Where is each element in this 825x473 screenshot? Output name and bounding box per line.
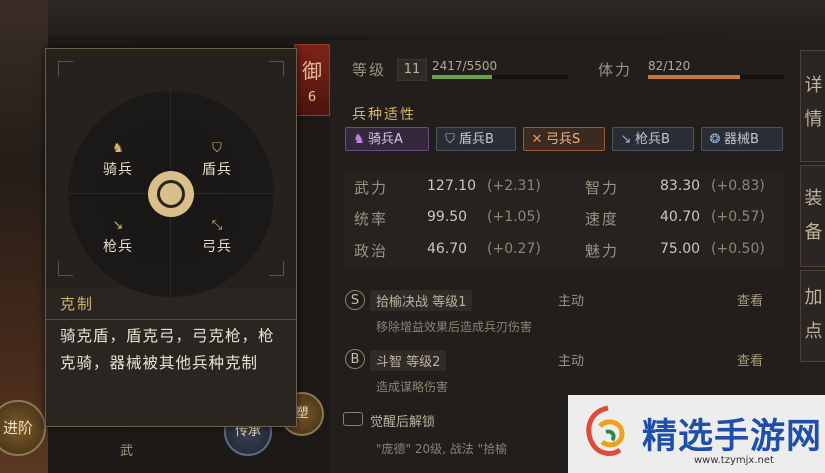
watermark-logo-icon (578, 402, 634, 464)
tab-points-char1: 加 (804, 287, 823, 308)
skill-description: 移除增益效果后造成兵刃伤害 (376, 320, 533, 334)
skill-name: 斗智 等级2 (370, 350, 447, 371)
skill-view-button[interactable]: 查看 (737, 290, 763, 309)
unit-bow: 弓兵 (202, 239, 232, 255)
aptitude-tag-label: 弓兵S (546, 132, 581, 147)
unit-shield: 盾兵 (202, 162, 232, 178)
skill-type: 主动 (558, 354, 585, 369)
corner-ornament (269, 261, 284, 276)
stat-bonus-intellect: (+0.83) (711, 178, 765, 194)
stat-label-force: 武力 (354, 179, 389, 197)
bottom-mid-label: 武 (120, 444, 134, 459)
skill-grade-s: S (345, 290, 365, 310)
level-value: 11 (397, 59, 427, 81)
corner-ornament (58, 61, 73, 76)
stat-label-command: 统率 (354, 210, 389, 228)
tab-equipment[interactable]: 装 备 (800, 165, 825, 267)
counter-description: 骑克盾，盾克弓，弓克枪，枪克骑，器械被其他兵种克制 (60, 327, 275, 372)
level-label: 等级 (352, 61, 387, 79)
aptitude-title: 兵种适性 (352, 107, 416, 123)
stat-bonus-command: (+1.05) (487, 209, 541, 225)
unit-cavalry: 骑兵 (103, 162, 133, 178)
watermark-text: 精选手游网 (642, 417, 823, 457)
machine-icon: ❂ (709, 132, 721, 147)
lock-icon (343, 412, 363, 426)
stat-value-politics: 46.70 (427, 241, 468, 257)
shape-button-label: 塑 (295, 406, 309, 421)
stat-bonus-politics: (+0.27) (487, 241, 541, 257)
badge-char: 御 (302, 59, 322, 83)
stat-value-charm: 75.00 (660, 241, 701, 257)
skill-view-button[interactable]: 查看 (737, 350, 763, 369)
spear-icon: ↘ (112, 218, 124, 233)
skill-name: 拾榆决战 等级1 (370, 290, 473, 311)
aptitude-tag-machine[interactable]: ❂ 器械B (701, 127, 783, 151)
shield-icon: ⛉ (445, 132, 455, 147)
stat-bonus-force: (+2.31) (487, 178, 541, 194)
watermark-url: www.tzymjx.net (694, 455, 774, 466)
aptitude-tag-label: 器械B (724, 132, 759, 147)
skill-grade-b: B (345, 349, 365, 369)
unit-spear: 枪兵 (103, 239, 133, 255)
stat-label-intellect: 智力 (585, 179, 620, 197)
stat-label-politics: 政治 (354, 242, 389, 260)
aptitude-tag-label: 骑兵A (368, 132, 403, 147)
stamina-bar (648, 75, 784, 79)
tab-details[interactable]: 详 情 (800, 50, 825, 162)
tab-points-char2: 点 (804, 321, 823, 342)
tab-points[interactable]: 加 点 (800, 270, 825, 362)
tab-equipment-char2: 备 (804, 222, 823, 243)
horse-icon: ♞ (112, 141, 124, 156)
stat-label-speed: 速度 (585, 210, 620, 228)
exp-bar (432, 75, 568, 79)
shield-icon: ⛉ (212, 141, 222, 156)
aptitude-tag-label: 枪兵B (635, 132, 670, 147)
stat-value-speed: 40.70 (660, 209, 701, 225)
aptitude-tag-spear[interactable]: ↘ 枪兵B (612, 127, 694, 151)
stat-label-charm: 魅力 (585, 242, 620, 260)
counter-wheel: ♞ 骑兵 ⛉ 盾兵 ↘ 枪兵 ⤡ 弓兵 (68, 91, 274, 297)
tab-details-char2: 情 (804, 109, 823, 130)
cycle-icon (148, 171, 194, 217)
bow-icon: ✕ (531, 132, 543, 147)
stat-value-force: 127.10 (427, 178, 476, 194)
stat-value-intellect: 83.30 (660, 178, 701, 194)
top-bar-background (0, 0, 825, 36)
tab-details-char1: 详 (804, 75, 823, 96)
bow-icon: ⤡ (211, 218, 223, 233)
horse-icon: ♞ (353, 132, 365, 147)
stat-bonus-charm: (+0.50) (711, 241, 765, 257)
awaken-title: 觉醒后解锁 (370, 415, 436, 430)
skill-type: 主动 (558, 294, 585, 309)
stamina-bar-fill (648, 75, 741, 79)
stat-bonus-speed: (+0.57) (711, 209, 765, 225)
spear-icon: ↘ (620, 132, 632, 147)
aptitude-tag-label: 盾兵B (459, 132, 494, 147)
stamina-text: 82/120 (648, 59, 691, 73)
exp-text: 2417/5500 (432, 59, 498, 73)
counter-title: 克制 (60, 295, 95, 313)
awaken-description: "庞德" 20级, 战法 "拾榆 (376, 442, 508, 456)
corner-ornament (58, 261, 73, 276)
aptitude-tag-shield[interactable]: ⛉ 盾兵B (436, 127, 516, 151)
defense-badge: 御 6 (294, 44, 330, 116)
skill-description: 造成谋略伤害 (376, 380, 449, 394)
counter-popup: ♞ 骑兵 ⛉ 盾兵 ↘ 枪兵 ⤡ 弓兵 克制 骑克盾，盾克弓，弓克枪，枪克骑，器… (45, 48, 297, 427)
corner-ornament (269, 61, 284, 76)
advance-button-label: 进阶 (2, 419, 33, 437)
stamina-label: 体力 (598, 61, 633, 79)
cycle-ring (157, 180, 185, 208)
popup-divider (46, 319, 296, 320)
badge-number: 6 (307, 90, 317, 105)
aptitude-tag-cavalry[interactable]: ♞ 骑兵A (345, 127, 429, 151)
tab-equipment-char1: 装 (804, 188, 823, 209)
exp-bar-fill (432, 75, 492, 79)
stat-value-command: 99.50 (427, 209, 468, 225)
aptitude-tag-bow[interactable]: ✕ 弓兵S (523, 127, 605, 151)
